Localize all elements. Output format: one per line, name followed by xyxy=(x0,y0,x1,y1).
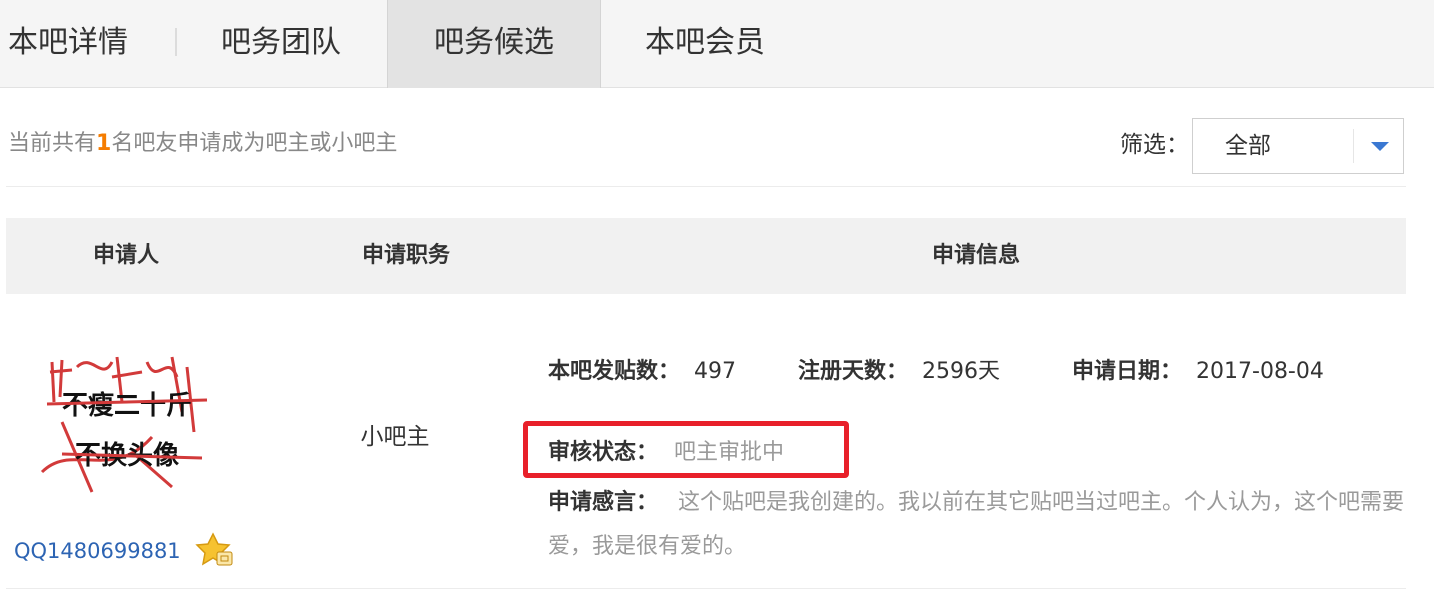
table-header: 申请人 申请职务 申请信息 xyxy=(6,218,1406,294)
days-label: 注册天数： xyxy=(798,359,909,384)
filter-selected-value: 全部 xyxy=(1225,133,1271,159)
summary-suffix: 名吧友申请成为吧主或小吧主 xyxy=(111,131,398,156)
avatar-line-1: 不瘦二十斤 xyxy=(62,390,192,421)
filter-label: 筛选： xyxy=(1120,132,1189,158)
dropdown-divider xyxy=(1353,129,1354,163)
status-highlight-box xyxy=(523,421,849,478)
tab-admin-candidates[interactable]: 吧务候选 xyxy=(387,0,601,88)
posts-stat: 本吧发贴数： 497 xyxy=(548,356,736,388)
filter-dropdown[interactable]: 全部 xyxy=(1192,118,1404,174)
tab-admin-team[interactable]: 吧务团队 xyxy=(177,0,385,88)
avatar[interactable]: 不瘦二十斤 不换头像 xyxy=(32,342,222,512)
statement-value: 这个贴吧是我创建的。我以前在其它贴吧当过吧主。个人认为，这个吧需要爱，我是很有爱… xyxy=(548,490,1405,559)
tab-bar: 本吧详情 吧务团队 吧务候选 本吧会员 xyxy=(0,0,1434,88)
applicant-summary: 当前共有1名吧友申请成为吧主或小吧主 xyxy=(8,128,397,160)
caret-down-icon xyxy=(1371,142,1389,151)
posts-value: 497 xyxy=(694,359,737,384)
header-applicant: 申请人 xyxy=(92,243,159,268)
tab-forum-members[interactable]: 本吧会员 xyxy=(601,0,809,88)
star-badge-icon xyxy=(195,532,235,568)
divider xyxy=(6,186,1406,187)
applicant-count: 1 xyxy=(96,131,112,156)
date-stat: 申请日期： 2017-08-04 xyxy=(1072,356,1324,388)
header-role: 申请职务 xyxy=(361,243,450,268)
date-label: 申请日期： xyxy=(1072,359,1183,384)
summary-prefix: 当前共有 xyxy=(8,131,97,156)
avatar-image: 不瘦二十斤 不换头像 xyxy=(32,342,222,512)
tab-forum-details[interactable]: 本吧详情 xyxy=(0,0,175,88)
days-stat: 注册天数： 2596天 xyxy=(798,356,1000,388)
statement-row: 申请感言： 这个贴吧是我创建的。我以前在其它贴吧当过吧主。个人认为，这个吧需要爱，… xyxy=(548,481,1408,569)
applied-role: 小吧主 xyxy=(360,424,430,450)
days-value: 2596天 xyxy=(922,359,1001,384)
statement-label: 申请感言： xyxy=(548,490,659,515)
posts-label: 本吧发贴数： xyxy=(548,359,681,384)
date-value: 2017-08-04 xyxy=(1196,359,1324,384)
header-info: 申请信息 xyxy=(931,243,1020,268)
divider xyxy=(6,588,1406,589)
applicant-username-link[interactable]: QQ1480699881 xyxy=(14,536,181,566)
